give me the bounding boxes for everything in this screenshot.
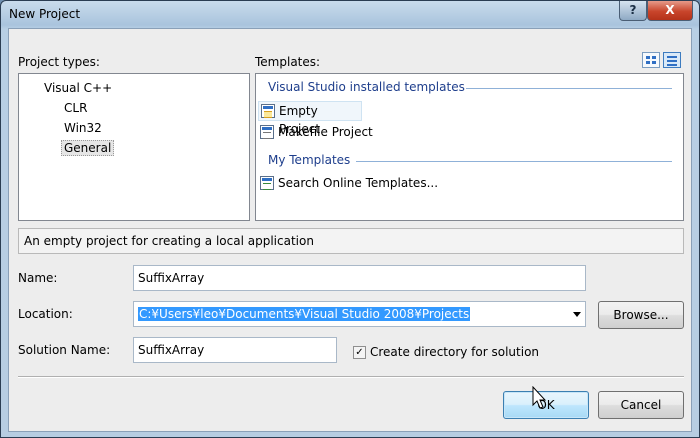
template-label: Search Online Templates... <box>278 176 439 190</box>
dialog-body: Project types: Visual C++ CLR Win32 Gene… <box>8 28 692 432</box>
tree-item-visual-cpp[interactable]: Visual C++ <box>41 80 115 96</box>
create-directory-label: Create directory for solution <box>370 345 540 359</box>
tree-item-general[interactable]: General <box>61 140 115 156</box>
templates-label: Templates: <box>255 55 321 69</box>
template-empty-project[interactable]: Empty Project <box>258 101 362 136</box>
template-description: An empty project for creating a local ap… <box>18 228 684 254</box>
project-types-label: Project types: <box>18 55 100 69</box>
search-online-templates-icon <box>260 176 274 190</box>
location-combo[interactable]: C:¥Users¥leo¥Documents¥Visual Studio 200… <box>133 301 586 327</box>
mouse-cursor-icon <box>532 386 547 409</box>
template-search-online[interactable]: Search Online Templates... <box>258 174 458 194</box>
group-heading-my-templates: My Templates <box>268 153 351 167</box>
project-types-tree[interactable]: Visual C++ CLR Win32 General <box>18 73 250 221</box>
help-button[interactable]: ? <box>619 1 647 21</box>
separator <box>18 376 684 378</box>
group-heading-installed: Visual Studio installed templates <box>268 80 465 94</box>
small-icons-view-icon[interactable] <box>663 52 681 68</box>
name-field[interactable]: SuffixArray <box>133 265 586 291</box>
location-value: C:¥Users¥leo¥Documents¥Visual Studio 200… <box>138 307 471 321</box>
template-label: Makefile Project <box>278 125 373 139</box>
group-divider <box>356 161 672 162</box>
tree-item-win32[interactable]: Win32 <box>61 120 105 136</box>
title-bar[interactable]: New Project ? X <box>1 1 699 28</box>
solution-name-label: Solution Name: <box>18 343 111 357</box>
tree-item-clr[interactable]: CLR <box>61 100 90 116</box>
create-directory-checkbox[interactable]: ✓ <box>353 346 366 359</box>
location-label: Location: <box>18 307 73 321</box>
chevron-down-icon[interactable] <box>573 312 581 317</box>
solution-name-field[interactable]: SuffixArray <box>133 337 337 363</box>
large-icons-view-icon[interactable] <box>642 52 660 68</box>
group-divider <box>466 88 672 89</box>
new-project-dialog: New Project ? X Project types: Visual C+… <box>0 0 700 438</box>
template-makefile-project[interactable]: Makefile Project <box>258 123 408 143</box>
templates-list[interactable]: Visual Studio installed templates Empty … <box>255 73 684 221</box>
dialog-title: New Project <box>9 7 81 21</box>
empty-project-icon <box>261 104 275 118</box>
name-label: Name: <box>18 271 58 285</box>
browse-button[interactable]: Browse... <box>598 301 684 329</box>
makefile-project-icon <box>260 125 274 139</box>
close-button[interactable]: X <box>647 1 693 21</box>
cancel-button[interactable]: Cancel <box>598 391 684 419</box>
